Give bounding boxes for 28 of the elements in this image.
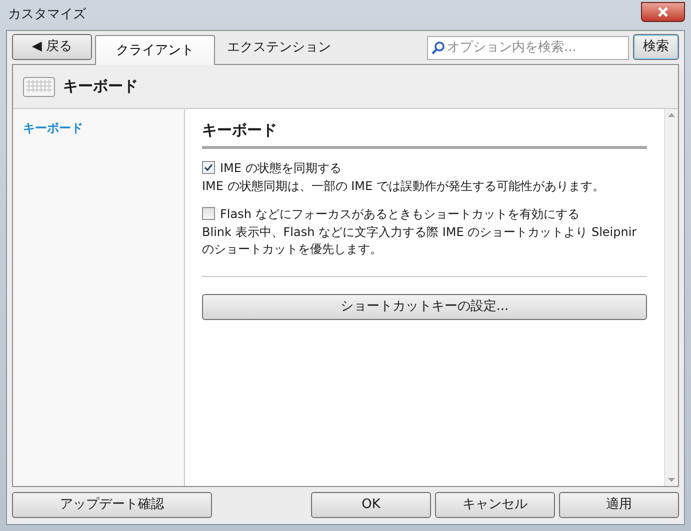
search-button[interactable]: 検索	[633, 34, 679, 60]
scroll-up-icon	[668, 113, 675, 117]
option-description: IME の状態同期は、一部の IME では誤動作が発生する可能性があります。	[202, 178, 606, 194]
page-title: キーボード	[63, 76, 138, 98]
shortcut-settings-button[interactable]: ショートカットキーの設定...	[202, 294, 647, 320]
update-check-button[interactable]: アップデート確認	[12, 492, 212, 518]
scrollbar[interactable]	[664, 109, 678, 486]
dialog-button[interactable]: キャンセル	[435, 492, 555, 518]
back-button[interactable]: ◀ 戻る	[12, 34, 92, 60]
section-title: キーボード	[202, 119, 647, 148]
window-title: カスタマイズ	[8, 6, 86, 24]
dialog-button[interactable]: 適用	[559, 492, 679, 518]
dialog-button[interactable]: OK	[311, 492, 431, 518]
checkbox[interactable]	[202, 207, 215, 220]
scroll-down-icon	[668, 478, 675, 482]
checkbox[interactable]	[202, 161, 215, 174]
checkbox-label: Flash などにフォーカスがあるときもショートカットを有効にする	[220, 206, 580, 222]
search-icon	[431, 41, 445, 55]
tab[interactable]: クライアント	[95, 35, 215, 65]
tab[interactable]: エクステンション	[215, 34, 343, 62]
keyboard-icon	[23, 76, 55, 96]
option-description: Blink 表示中、Flash などに文字入力する際 IME のショートカットより Sleipnir のショートカットを優先します。	[202, 224, 638, 258]
checkbox-label: IME の状態を同期する	[220, 160, 342, 176]
close-button[interactable]	[641, 2, 685, 22]
check-icon	[204, 163, 213, 172]
sidebar-item[interactable]: キーボード	[23, 119, 174, 137]
search-field[interactable]: オプション内を検索...	[427, 36, 629, 60]
close-icon	[658, 7, 668, 17]
